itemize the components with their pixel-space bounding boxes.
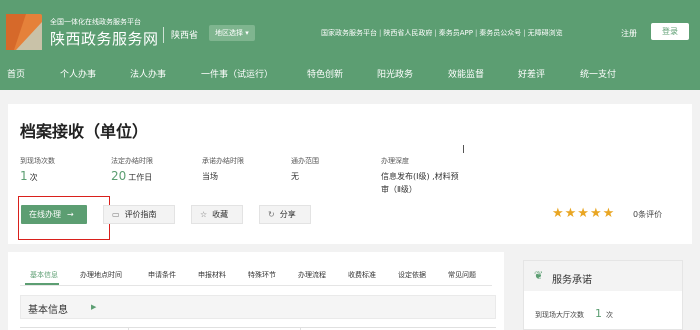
page-title: 档案接收（单位） [20,122,149,141]
chevron-down-icon: ▾ [245,29,249,37]
stat-value-depth: 信息发布(Ⅰ级) ,材料预审（Ⅱ级） [381,172,459,194]
service-promise-header: ❦ 服务承诺 [524,261,682,291]
share-button[interactable]: ↻ 分享 [259,205,311,224]
site-title[interactable]: 陕西政务服务网 [50,28,159,49]
service-detail-panel: 档案接收（单位） 到现场次数 1次 法定办结时限 20 工作日 承诺办结时限 当场… [8,104,692,244]
tab-legal-basis[interactable]: 设定依据 [398,270,426,280]
rating-count[interactable]: 0条评价 [633,209,662,220]
top-link-accessibility[interactable]: 无障碍浏览 [528,28,563,38]
site-header: 全国一体化在线政务服务平台 陕西政务服务网 陕西省 地区选择 ▾ 国家政务服务平… [0,0,700,90]
service-promise-panel: ❦ 服务承诺 到现场大厅次数 1 次 [523,260,683,330]
main-nav: 首页 个人办事 法人办事 一件事（试运行） 特色创新 阳光政务 效能监督 好差评… [0,62,700,84]
nav-item-innovation[interactable]: 特色创新 [307,67,343,80]
stat-label-promised-limit: 承诺办结时限 [202,157,244,165]
evaluation-guide-label: 评价指南 [124,210,157,219]
online-apply-label: 在线办理 [29,210,61,219]
province-label: 陕西省 [171,31,199,41]
nav-item-open-government[interactable]: 阳光政务 [377,67,413,80]
tab-conditions[interactable]: 申请条件 [148,270,176,280]
online-apply-button[interactable]: 在线办理 → [21,205,87,224]
login-button[interactable]: 登录 [651,23,689,40]
stat-value-scope: 无 [291,172,299,181]
leaf-icon: ❦ [534,269,544,282]
tab-divider [20,285,492,286]
share-label: 分享 [279,210,296,219]
divider [163,27,164,43]
tab-faq[interactable]: 常见问题 [448,270,476,280]
favorite-label: 收藏 [212,210,229,219]
top-links: 国家政务服务平台 | 陕西省人民政府 | 秦务员APP | 秦务员公众号 | 无障碍浏览 [321,28,563,38]
top-link-official-account[interactable]: 秦务员公众号 [479,28,521,38]
stat-label-depth: 办理深度 [381,157,409,165]
stat-value-legal-limit: 20 工作日 [111,169,153,183]
message-icon: ▭ [112,210,120,219]
nav-item-unified-payment[interactable]: 统一支付 [580,67,616,80]
nav-item-one-thing[interactable]: 一件事（试运行） [201,67,273,80]
rating-stars: ★★★★★ [552,206,616,221]
stat-label-scope: 通办范围 [291,157,319,165]
stat-value-promised-limit: 当场 [202,172,218,181]
tab-process[interactable]: 办理流程 [298,270,326,280]
nav-item-evaluation[interactable]: 好差评 [518,67,545,80]
hall-visits-value: 1 [595,307,602,320]
share-icon: ↻ [268,210,275,219]
text-cursor [463,145,464,153]
region-select[interactable]: 地区选择 ▾ [209,25,255,41]
service-promise-title: 服务承诺 [552,275,592,286]
site-logo[interactable] [6,14,42,50]
section-header: 基本信息 ▶ [20,295,496,319]
caret-right-icon: ▶ [91,303,97,311]
stat-value-visits: 1次 [20,169,38,183]
favorite-button[interactable]: ☆ 收藏 [191,205,243,224]
stat-label-visits: 到现场次数 [20,157,55,165]
site-subtitle: 全国一体化在线政务服务平台 [50,18,141,26]
section-title: 基本信息 [28,305,68,316]
nav-item-efficiency-supervision[interactable]: 效能监督 [448,67,484,80]
tab-location-time[interactable]: 办理地点时间 [80,270,122,280]
hall-visits-label: 到现场大厅次数 [535,311,584,319]
register-link[interactable]: 注册 [621,28,637,39]
stat-label-legal-limit: 法定办结时限 [111,157,153,165]
nav-item-personal[interactable]: 个人办事 [60,67,96,80]
top-link-provincial-government[interactable]: 陕西省人民政府 [383,28,432,38]
tab-fees[interactable]: 收费标准 [348,270,376,280]
tab-basic-info[interactable]: 基本信息 [30,270,58,280]
evaluation-guide-button[interactable]: ▭ 评价指南 [103,205,175,224]
detail-content: 基本信息 办理地点时间 申请条件 申报材料 特殊环节 办理流程 收费标准 设定依… [8,252,504,330]
arrow-right-icon: → [67,210,74,219]
nav-item-legal-entity[interactable]: 法人办事 [130,67,166,80]
region-select-label: 地区选择 [215,29,243,37]
hall-visits-unit: 次 [606,311,613,319]
top-link-app[interactable]: 秦务员APP [439,28,473,38]
star-outline-icon: ☆ [200,210,208,219]
tab-special-steps[interactable]: 特殊环节 [248,270,276,280]
tab-materials[interactable]: 申报材料 [198,270,226,280]
nav-item-home[interactable]: 首页 [7,67,25,80]
top-link-national-platform[interactable]: 国家政务服务平台 [321,28,377,38]
